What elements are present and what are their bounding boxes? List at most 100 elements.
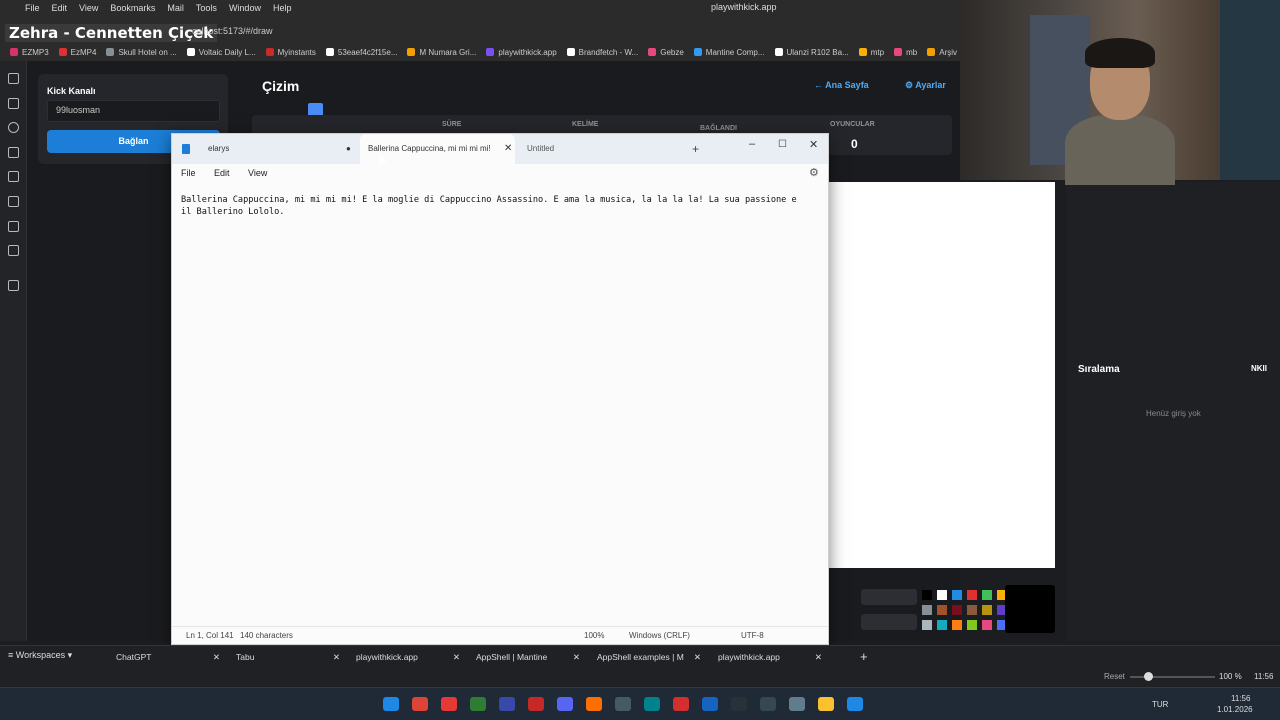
taskbar-app-icon[interactable] xyxy=(818,697,834,711)
bookmark-item[interactable]: Arşiv xyxy=(927,48,957,57)
taskbar-app-icon[interactable] xyxy=(760,697,776,711)
gear-icon[interactable]: ⚙ xyxy=(809,166,819,179)
bookmark-item[interactable]: EzMP4 xyxy=(58,48,96,57)
close-icon[interactable]: ✕ xyxy=(504,134,512,164)
palette-color-swatch[interactable] xyxy=(937,605,947,615)
palette-color-swatch[interactable] xyxy=(952,590,962,600)
menu-edit[interactable]: Edit xyxy=(52,3,68,13)
bookmark-item[interactable]: EZMP3 xyxy=(10,48,49,57)
bookmark-item[interactable]: mtp xyxy=(858,48,884,57)
palette-color-swatch[interactable] xyxy=(937,590,947,600)
taskbar-app-icon[interactable] xyxy=(789,697,805,711)
url-input[interactable]: calhost:5173/#/draw xyxy=(192,26,273,36)
close-icon[interactable]: ✕ xyxy=(213,649,220,666)
reading-list-icon[interactable] xyxy=(8,196,19,207)
bookmark-item[interactable]: Voltaic Daily L... xyxy=(186,48,256,57)
new-tab-icon[interactable]: + xyxy=(860,649,868,664)
minimize-icon[interactable]: – xyxy=(749,138,755,150)
menu-file[interactable]: File xyxy=(25,3,40,13)
workspaces-button[interactable]: ≡ Workspaces ▾ xyxy=(8,650,72,661)
close-icon[interactable]: ✕ xyxy=(815,649,822,666)
notepad-menu-edit[interactable]: Edit xyxy=(214,168,230,178)
tab-elarys[interactable]: elarys ● xyxy=(208,134,351,164)
menu-tools[interactable]: Tools xyxy=(196,3,217,13)
bookmark-item[interactable]: Ulanzi R102 Ba... xyxy=(774,48,849,57)
taskbar-app-icon[interactable] xyxy=(557,697,573,711)
palette-color-swatch[interactable] xyxy=(982,620,992,630)
close-icon[interactable]: ✕ xyxy=(453,649,460,666)
menu-view[interactable]: View xyxy=(79,3,98,13)
add-panel-icon[interactable] xyxy=(8,280,19,291)
browser-tab[interactable]: playwithkick.app ✕ xyxy=(350,649,464,666)
close-icon[interactable]: ✕ xyxy=(573,649,580,666)
translate-icon[interactable] xyxy=(8,171,19,182)
taskbar-app-icon[interactable] xyxy=(528,697,544,711)
notepad-menu-view[interactable]: View xyxy=(248,168,267,178)
new-tab-icon[interactable]: + xyxy=(692,142,699,156)
tab-untitled[interactable]: Untitled xyxy=(527,134,667,164)
close-window-icon[interactable]: ✕ xyxy=(809,138,818,151)
palette-color-swatch[interactable] xyxy=(952,605,962,615)
notepad-menu-file[interactable]: File xyxy=(181,168,196,178)
menu-bookmarks[interactable]: Bookmarks xyxy=(110,3,155,13)
bookmark-item[interactable]: mb xyxy=(894,48,917,57)
drawing-canvas[interactable] xyxy=(829,182,1055,568)
taskbar-app-icon[interactable] xyxy=(731,697,747,711)
taskbar-app-icon[interactable] xyxy=(383,697,399,711)
palette-color-swatch[interactable] xyxy=(922,620,932,630)
taskbar-app-icon[interactable] xyxy=(615,697,631,711)
bookmark-item[interactable]: Skull Hotel on ... xyxy=(106,48,177,57)
bookmark-item[interactable]: M Numara Gri... xyxy=(407,48,476,57)
notepad-text-area[interactable]: Ballerina Cappuccina, mi mi mi mi! E la … xyxy=(181,194,821,218)
taskbar-app-icon[interactable] xyxy=(499,697,515,711)
palette-color-swatch[interactable] xyxy=(922,605,932,615)
palette-color-swatch[interactable] xyxy=(967,620,977,630)
menu-mail[interactable]: Mail xyxy=(167,3,184,13)
taskbar-app-icon[interactable] xyxy=(586,697,602,711)
taskbar-app-icon[interactable] xyxy=(441,697,457,711)
taskbar-app-icon[interactable] xyxy=(847,697,863,711)
taskbar-app-icon[interactable] xyxy=(644,697,660,711)
menu-window[interactable]: Window xyxy=(229,3,261,13)
window-icon[interactable] xyxy=(8,221,19,232)
bookmark-item[interactable]: Gebze xyxy=(648,48,684,57)
browser-tab[interactable]: ChatGPT ✕ xyxy=(110,649,224,666)
zoom-slider-handle[interactable] xyxy=(1144,672,1153,681)
home-link[interactable]: ← Ana Sayfa xyxy=(814,80,869,90)
close-icon[interactable]: ✕ xyxy=(333,649,340,666)
download-icon[interactable] xyxy=(8,98,19,109)
history-icon[interactable] xyxy=(8,122,19,133)
palette-color-swatch[interactable] xyxy=(922,590,932,600)
bookmark-item[interactable]: 53eaef4c2f15e... xyxy=(325,48,397,57)
mail-icon[interactable] xyxy=(8,245,19,256)
palette-color-swatch[interactable] xyxy=(982,605,992,615)
palette-color-swatch[interactable] xyxy=(967,590,977,600)
kick-channel-input[interactable]: 99luosman xyxy=(47,100,220,122)
taskbar-app-icon[interactable] xyxy=(412,697,428,711)
palette-color-swatch[interactable] xyxy=(967,605,977,615)
browser-tab[interactable]: playwithkick.app ✕ xyxy=(712,649,826,666)
taskbar-app-icon[interactable] xyxy=(470,697,486,711)
maximize-icon[interactable]: ☐ xyxy=(778,139,787,150)
opacity-field[interactable] xyxy=(861,614,917,630)
brush-size-field[interactable] xyxy=(861,589,917,605)
zoom-reset-button[interactable]: Reset xyxy=(1104,672,1125,681)
bookmark-item[interactable]: playwithkick.app xyxy=(486,48,557,57)
language-indicator[interactable]: TUR xyxy=(1152,700,1168,709)
menu-help[interactable]: Help xyxy=(273,3,292,13)
browser-tab[interactable]: Tabu ✕ xyxy=(230,649,344,666)
bookmark-item[interactable]: Mantine Comp... xyxy=(693,48,765,57)
close-icon[interactable]: ✕ xyxy=(694,649,701,666)
bookmark-item[interactable]: Brandfetch - W... xyxy=(566,48,638,57)
palette-color-swatch[interactable] xyxy=(952,620,962,630)
bookmark-item[interactable]: Myinstants xyxy=(265,48,316,57)
panel-bookmark-icon[interactable] xyxy=(8,73,19,84)
browser-tab[interactable]: AppShell | Mantine ✕ xyxy=(470,649,584,666)
taskbar-app-icon[interactable] xyxy=(673,697,689,711)
zoom-slider[interactable] xyxy=(1130,676,1215,678)
taskbar-app-icon[interactable] xyxy=(702,697,718,711)
browser-tab[interactable]: AppShell examples | M ✕ xyxy=(591,649,705,666)
settings-link[interactable]: ⚙ Ayarlar xyxy=(905,80,946,91)
palette-color-swatch[interactable] xyxy=(937,620,947,630)
notes-icon[interactable] xyxy=(8,147,19,158)
